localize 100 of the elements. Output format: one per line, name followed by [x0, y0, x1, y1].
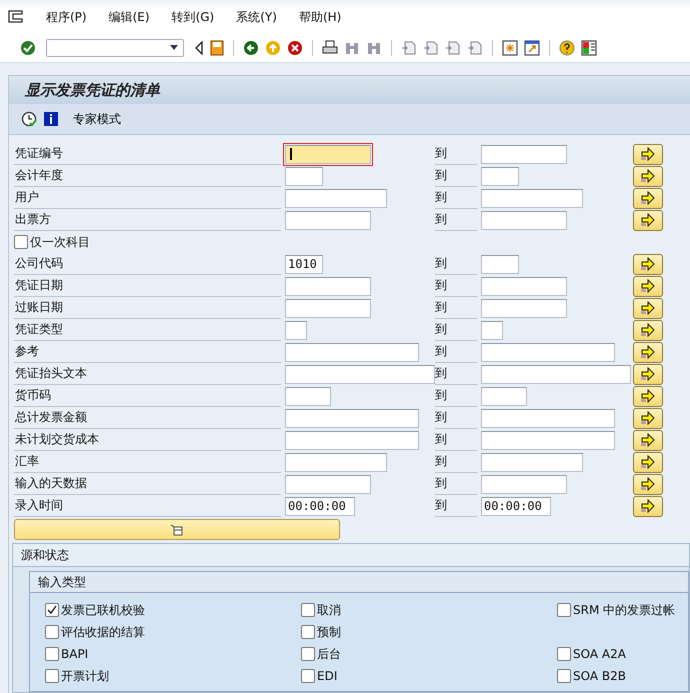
- checkbox[interactable]: [14, 235, 28, 249]
- menu-item[interactable]: 编辑(E): [108, 8, 150, 26]
- save-icon[interactable]: [210, 40, 224, 56]
- input-field[interactable]: [481, 210, 567, 230]
- input-field[interactable]: [285, 474, 371, 494]
- input-field[interactable]: [285, 342, 419, 362]
- input-field[interactable]: [285, 298, 371, 318]
- menu-item[interactable]: 转到(G): [172, 8, 214, 26]
- input-field[interactable]: [481, 276, 567, 296]
- menu-item[interactable]: 系统(Y): [236, 8, 277, 26]
- multiple-selection-button[interactable]: [633, 144, 663, 164]
- field-label: 凭证日期: [14, 275, 281, 297]
- input-field[interactable]: [481, 474, 567, 494]
- checkbox[interactable]: [45, 647, 59, 661]
- arrow-icon: [640, 191, 656, 205]
- command-field[interactable]: [46, 39, 184, 57]
- multiple-selection-button[interactable]: [633, 474, 663, 494]
- multiple-selection-button[interactable]: [633, 496, 663, 516]
- multiple-selection-button[interactable]: [633, 386, 663, 406]
- triangle-icon[interactable]: [194, 41, 204, 55]
- multiple-selection-button[interactable]: [633, 342, 663, 362]
- input-field[interactable]: [285, 276, 371, 296]
- binoculars-icon[interactable]: [344, 40, 360, 56]
- checkbox[interactable]: [557, 669, 571, 683]
- print-icon[interactable]: [322, 40, 338, 56]
- input-field[interactable]: 00:00:00: [285, 496, 355, 516]
- field-label: 过账日期: [14, 297, 281, 319]
- input-field[interactable]: 00:00:00: [481, 496, 551, 516]
- to-label: 到: [435, 253, 477, 275]
- input-field[interactable]: [285, 408, 419, 428]
- input-field[interactable]: [285, 210, 371, 230]
- menu-item[interactable]: 程序(P): [46, 8, 87, 26]
- multiple-selection-button[interactable]: [633, 166, 663, 186]
- checkbox[interactable]: [557, 603, 571, 617]
- page-icon[interactable]: [467, 40, 483, 56]
- checkbox[interactable]: [301, 647, 315, 661]
- checkbox[interactable]: [301, 625, 315, 639]
- input-field[interactable]: [285, 320, 307, 340]
- input-field[interactable]: [285, 452, 387, 472]
- to-label: 到: [435, 473, 477, 495]
- page-icon[interactable]: [401, 40, 417, 56]
- multiple-selection-button[interactable]: [633, 276, 663, 296]
- input-field[interactable]: [481, 452, 583, 472]
- multiple-selection-button[interactable]: [633, 364, 663, 384]
- input-field[interactable]: [285, 386, 331, 406]
- to-label: 到: [435, 495, 477, 517]
- page-icon[interactable]: [445, 40, 461, 56]
- screen-title: 显示发票凭证的清单: [25, 80, 160, 100]
- multiple-selection-button[interactable]: [633, 210, 663, 230]
- input-field[interactable]: [481, 408, 615, 428]
- input-field[interactable]: [285, 144, 371, 164]
- window-icon[interactable]: [502, 40, 518, 56]
- layout-icon[interactable]: [581, 40, 597, 56]
- arrow-icon: [640, 323, 656, 337]
- checkbox[interactable]: [301, 603, 315, 617]
- input-field[interactable]: [481, 144, 567, 164]
- checkbox[interactable]: [557, 647, 571, 661]
- multiple-selection-button[interactable]: [633, 452, 663, 472]
- input-field[interactable]: [481, 254, 519, 274]
- checkbox-label: 开票计划: [61, 668, 109, 684]
- cancel-icon[interactable]: [287, 40, 303, 56]
- checkbox[interactable]: [301, 669, 315, 683]
- input-field[interactable]: [285, 430, 419, 450]
- input-field[interactable]: [285, 166, 323, 186]
- input-field[interactable]: [481, 320, 503, 340]
- dropdown-icon[interactable]: [169, 45, 179, 51]
- multiple-selection-button[interactable]: [633, 254, 663, 274]
- window-icon[interactable]: [524, 40, 540, 56]
- page-icon[interactable]: [423, 40, 439, 56]
- arrow-icon: [640, 301, 656, 315]
- multiple-selection-button[interactable]: [633, 188, 663, 208]
- binoculars-icon[interactable]: [366, 40, 382, 56]
- multiple-selection-button[interactable]: [633, 430, 663, 450]
- menu-icon[interactable]: [8, 10, 24, 24]
- multiple-selection-button[interactable]: [633, 298, 663, 318]
- expert-mode-button[interactable]: 专家模式: [65, 110, 129, 128]
- checkbox[interactable]: [45, 625, 59, 639]
- multiple-selection-button[interactable]: [633, 408, 663, 428]
- multiple-selection-button[interactable]: [633, 320, 663, 340]
- checkbox[interactable]: [45, 669, 59, 683]
- checkbox[interactable]: [45, 603, 59, 617]
- input-field[interactable]: [285, 188, 387, 208]
- check-icon[interactable]: [20, 40, 36, 56]
- input-field[interactable]: 1010: [285, 254, 323, 274]
- input-field[interactable]: [481, 188, 583, 208]
- field-label: 出票方: [14, 209, 281, 231]
- input-field[interactable]: [481, 298, 567, 318]
- input-field[interactable]: [285, 364, 435, 384]
- input-field[interactable]: [481, 342, 615, 362]
- menu-item[interactable]: 帮助(H): [298, 8, 342, 26]
- info-icon[interactable]: [43, 111, 59, 127]
- help-icon[interactable]: [559, 40, 575, 56]
- back-icon[interactable]: [243, 40, 259, 56]
- clock-icon[interactable]: [21, 111, 37, 127]
- selection-button[interactable]: [14, 519, 340, 540]
- input-field[interactable]: [481, 430, 615, 450]
- input-field[interactable]: [481, 364, 631, 384]
- input-field[interactable]: [481, 386, 527, 406]
- arrow-icon: [640, 433, 656, 447]
- input-field[interactable]: [481, 166, 519, 186]
